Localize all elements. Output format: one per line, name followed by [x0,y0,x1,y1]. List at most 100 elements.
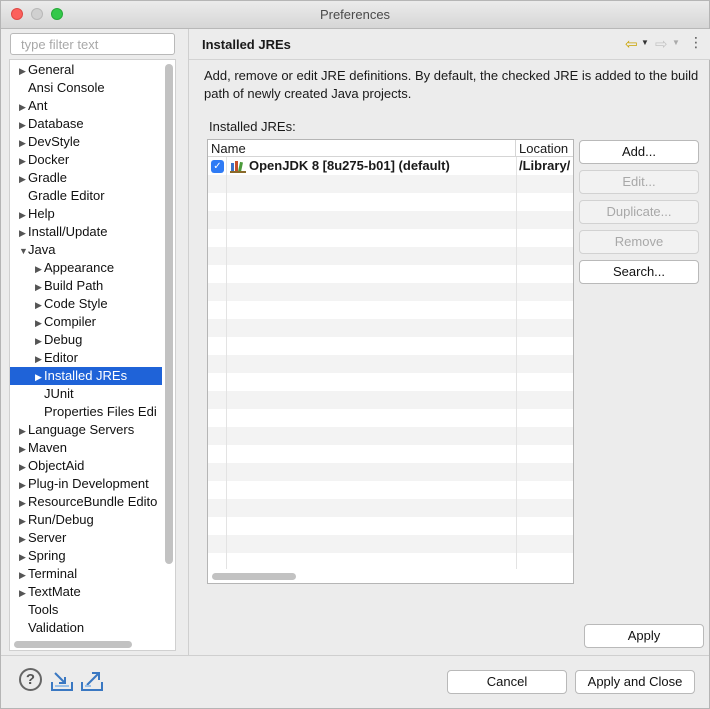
table-empty-row [208,301,573,319]
back-arrow-icon[interactable]: ⇦ [625,35,638,53]
cancel-button[interactable]: Cancel [447,670,567,694]
collapsed-arrow-icon[interactable]: ▶ [19,224,28,241]
tree-item[interactable]: ▶ Install/Update [10,223,162,241]
tree-horizontal-scrollbar[interactable] [14,641,132,648]
table-row[interactable]: ✓ OpenJDK 8 [8u275-b01] (default) /Libra… [208,157,573,175]
table-horizontal-scrollbar[interactable] [212,573,296,580]
tree-item-label: Database [28,116,84,131]
collapsed-arrow-icon[interactable]: ▶ [19,170,28,187]
import-icon[interactable] [50,670,74,692]
tree-item[interactable]: Ansi Console [10,79,162,97]
table-empty-row [208,445,573,463]
tree-item[interactable]: ▼Java [10,241,162,259]
tree-item[interactable]: ▶ Appearance [10,259,162,277]
collapsed-arrow-icon[interactable]: ▶ [19,422,28,439]
apply-and-close-button[interactable]: Apply and Close [575,670,695,694]
tree-item-label: Properties Files Edi [44,404,157,419]
installed-jres-label: Installed JREs: [209,119,296,134]
collapsed-arrow-icon[interactable]: ▶ [35,296,44,313]
tree-item[interactable]: ▶ Spring [10,547,162,565]
expanded-arrow-icon[interactable]: ▼ [19,242,28,259]
tree-item[interactable]: ▶ Gradle [10,169,162,187]
title-bar[interactable]: Preferences [1,1,709,29]
tree-item[interactable]: ▶ Docker [10,151,162,169]
collapsed-arrow-icon[interactable]: ▶ [19,116,28,133]
collapsed-arrow-icon[interactable]: ▶ [19,152,28,169]
collapsed-arrow-icon[interactable]: ▶ [19,440,28,457]
collapsed-arrow-icon[interactable]: ▶ [19,206,28,223]
apply-button[interactable]: Apply [584,624,704,648]
collapsed-arrow-icon[interactable]: ▶ [19,476,28,493]
tree-item[interactable]: ▶ Compiler [10,313,162,331]
column-header-location[interactable]: Location [516,140,573,157]
table-empty-row [208,517,573,535]
tree-vertical-scrollbar[interactable] [165,64,173,564]
tree-item[interactable]: Gradle Editor [10,187,162,205]
tree-item[interactable]: ▶ Code Style [10,295,162,313]
tree-item[interactable]: ▶ Terminal [10,565,162,583]
collapsed-arrow-icon[interactable]: ▶ [35,332,44,349]
collapsed-arrow-icon[interactable]: ▶ [19,548,28,565]
tree-item[interactable]: Tools [10,601,162,619]
add-button[interactable]: Add... [579,140,699,164]
tree-item-label: Compiler [44,314,97,329]
tree-item[interactable]: ▶ Editor [10,349,162,367]
tree-item[interactable]: ▶ Debug [10,331,162,349]
tree-item[interactable]: ▶ Database [10,115,162,133]
table-empty-row [208,193,573,211]
tree-item[interactable]: ▶ Build Path [10,277,162,295]
collapsed-arrow-icon[interactable]: ▶ [19,458,28,475]
collapsed-arrow-icon[interactable]: ▶ [35,368,44,385]
tree-item-label: Gradle [28,170,68,185]
tree-item[interactable]: ▶ Maven [10,439,162,457]
tree-item[interactable]: ▶ Server [10,529,162,547]
collapsed-arrow-icon[interactable]: ▶ [19,584,28,601]
pane-splitter[interactable] [188,29,189,655]
tree-item[interactable]: ▶ Plug-in Development [10,475,162,493]
tree-item[interactable]: ▶ ObjectAid [10,457,162,475]
collapsed-arrow-icon[interactable]: ▶ [35,350,44,367]
tree-item[interactable]: ▶ TextMate [10,583,162,601]
table-empty-row [208,337,573,355]
tree-item[interactable]: ▶ Help [10,205,162,223]
collapsed-arrow-icon[interactable]: ▶ [19,530,28,547]
collapsed-arrow-icon[interactable]: ▶ [35,314,44,331]
tree-item-label: TextMate [28,584,81,599]
tree-item[interactable]: Properties Files Edi [10,403,162,421]
tree-item[interactable]: ▶ ResourceBundle Edito [10,493,162,511]
collapsed-arrow-icon[interactable]: ▶ [35,260,44,277]
collapsed-arrow-icon[interactable]: ▶ [19,512,28,529]
preference-tree[interactable]: Validation Tools ▶ TextMate ▶ Terminal ▶ Spring… [9,59,176,651]
help-icon[interactable]: ? [19,668,42,691]
collapsed-arrow-icon[interactable]: ▶ [35,278,44,295]
tree-item-label: Spring [28,548,66,563]
table-empty-row [208,553,573,571]
back-dropdown-icon[interactable]: ▼ [641,38,649,47]
search-button[interactable]: Search... [579,260,699,284]
tree-item[interactable]: ▶ Language Servers [10,421,162,439]
forward-dropdown-icon: ▼ [672,38,680,47]
tree-item[interactable]: Validation [10,619,162,637]
tree-item-label: Plug-in Development [28,476,149,491]
table-empty-row [208,229,573,247]
export-icon[interactable] [80,670,104,692]
filter-input[interactable] [10,33,175,55]
tree-item-label: Gradle Editor [28,188,105,203]
tree-item[interactable]: ▶ Ant [10,97,162,115]
tree-item[interactable]: JUnit [10,385,162,403]
tree-item[interactable]: ▶ Run/Debug [10,511,162,529]
tree-item[interactable]: ▶ Installed JREs [10,367,162,385]
column-header-name[interactable]: Name [208,140,516,157]
tree-item-label: Install/Update [28,224,108,239]
collapsed-arrow-icon[interactable]: ▶ [19,566,28,583]
collapsed-arrow-icon[interactable]: ▶ [19,62,28,79]
tree-item[interactable]: ▶ DevStyle [10,133,162,151]
default-jre-checkbox[interactable]: ✓ [211,160,224,173]
collapsed-arrow-icon[interactable]: ▶ [19,134,28,151]
view-menu-icon[interactable]: ⋮ [689,35,703,49]
collapsed-arrow-icon[interactable]: ▶ [19,98,28,115]
jre-table[interactable]: Name Location ✓ OpenJDK 8 [8u275-b01] (d… [207,139,574,584]
remove-button: Remove [579,230,699,254]
tree-item[interactable]: ▶ General [10,61,162,79]
collapsed-arrow-icon[interactable]: ▶ [19,494,28,511]
